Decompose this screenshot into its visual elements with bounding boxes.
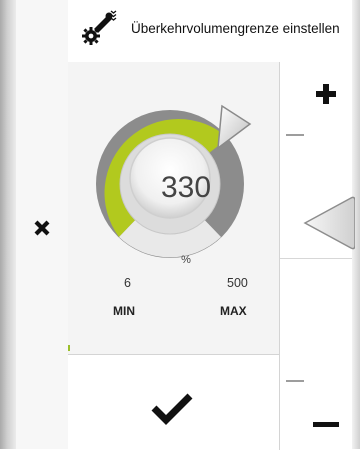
min-label: MIN: [113, 304, 135, 318]
right-column: [280, 62, 352, 449]
scale-tick-lower: [286, 380, 304, 382]
dial-unit: %: [181, 254, 191, 266]
dial-value: 330: [160, 171, 212, 204]
confirm-button[interactable]: [140, 385, 204, 431]
close-icon: [34, 220, 50, 236]
arrow-left-icon: [303, 196, 356, 250]
scale-tick-upper: [286, 134, 304, 136]
accent-tick: [68, 345, 70, 351]
max-value: 500: [227, 276, 248, 290]
decrease-button[interactable]: [310, 410, 342, 440]
right-separator: [280, 258, 352, 259]
frame-shadow: [0, 0, 16, 449]
plus-icon: [316, 84, 336, 104]
max-label: MAX: [220, 304, 247, 318]
min-value: 6: [124, 276, 131, 290]
dialog-title: Überkehrvolumengrenze einstellen: [131, 21, 340, 36]
checkmark-icon: [151, 393, 193, 425]
volume-dial[interactable]: 330 %: [86, 80, 276, 270]
dialog-header: Überkehrvolumengrenze einstellen: [68, 0, 352, 63]
minus-icon: [313, 422, 339, 427]
increase-button[interactable]: [310, 78, 342, 110]
dial-panel: 330 %: [68, 62, 280, 354]
harvester-settings-icon: [82, 10, 117, 45]
dial-pointer[interactable]: [217, 104, 252, 150]
back-arrow-button[interactable]: [301, 192, 356, 254]
close-button[interactable]: [16, 210, 68, 246]
